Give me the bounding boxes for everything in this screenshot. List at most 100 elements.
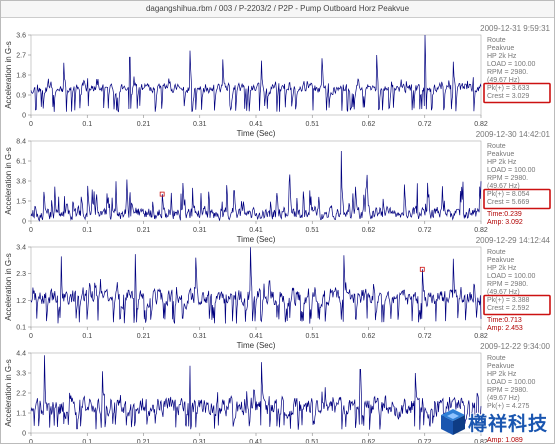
highlighted-value: Pk(+) = 3.388 (487, 297, 530, 304)
x-tick-label: 0.1 (82, 333, 92, 340)
x-tick-label: 0.41 (249, 333, 263, 340)
chart-panel-3: 2009-12-29 14:12:44Acceleration in G-s0.… (4, 236, 551, 350)
waveform-line (30, 150, 482, 222)
cursor-readout: Amp: 3.092 (487, 219, 523, 226)
highlighted-value: Pk(+) = 3.633 (487, 85, 530, 92)
x-axis-label: Time (Sec) (237, 129, 276, 138)
x-tick-label: 0 (29, 227, 33, 234)
cursor-readout: Amp: 2.453 (487, 325, 523, 332)
x-tick-label: 0.62 (362, 121, 376, 128)
y-tick-label: 0 (22, 219, 26, 226)
x-tick-label: 0.72 (418, 121, 432, 128)
x-tick-label: 0.31 (193, 121, 207, 128)
viewer-window: dagangshihua.rbm / 003 / P-2203/2 / P2P … (0, 0, 555, 444)
x-tick-label: 0.62 (362, 333, 376, 340)
x-tick-label: 0.41 (249, 439, 263, 443)
x-tick-label: 0.51 (305, 439, 319, 443)
info-line: Peakvue (487, 45, 514, 52)
y-tick-label: 1.8 (16, 73, 26, 80)
y-tick-label: 0 (22, 431, 26, 438)
x-tick-label: 0 (29, 439, 33, 443)
info-line: Route (487, 143, 506, 150)
info-line: HP 2k Hz (487, 265, 517, 272)
info-line: Peakvue (487, 151, 514, 158)
plot-frame (30, 352, 482, 434)
chart-datetime: 2009-12-29 14:12:44 (476, 236, 551, 245)
waveform-line (30, 247, 482, 324)
y-tick-label: 0.1 (16, 325, 26, 332)
info-line: HP 2k Hz (487, 371, 517, 378)
y-tick-label: 8.4 (16, 139, 26, 146)
y-tick-label: 3.8 (16, 179, 26, 186)
x-tick-label: 0.62 (362, 439, 376, 443)
highlighted-value: Crest = 3.029 (487, 93, 529, 100)
x-tick-label: 0.82 (474, 121, 488, 128)
cursor-readout: Time:0.239 (487, 211, 522, 218)
highlighted-value: Pk(+) = 8.054 (487, 191, 530, 198)
y-tick-label: 0.9 (16, 93, 26, 100)
x-tick-label: 0.72 (418, 333, 432, 340)
chart-panel-2: 2009-12-30 14:42:01 Acceleration in G-s 0 1… (4, 130, 551, 244)
x-tick-label: 0.41 (249, 227, 263, 234)
highlighted-value: Crest = 5.669 (487, 199, 529, 206)
chart-datetime: 2009-12-30 14:42:01 (476, 130, 551, 139)
x-tick-label: 0.31 (193, 227, 207, 234)
info-line: Peakvue (487, 363, 514, 370)
info-line: Route (487, 37, 506, 44)
x-tick-label: 0.41 (249, 121, 263, 128)
x-tick-label: 0.21 (137, 439, 151, 443)
info-line: RPM = 2980. (487, 387, 528, 394)
info-line: RPM = 2980. (487, 69, 528, 76)
highlighted-value: Crest = 2.592 (487, 305, 529, 312)
y-tick-label: 3.6 (16, 33, 26, 40)
x-tick-label: 0.51 (305, 121, 319, 128)
y-axis-label: Acceleration in G-s (4, 253, 13, 321)
y-tick-label: 6.1 (16, 159, 26, 166)
waveform-line (30, 34, 482, 113)
y-tick-label: 2.7 (16, 53, 26, 60)
x-axis-label: Time (Sec) (237, 235, 276, 244)
y-axis-label: Acceleration in G-s (4, 359, 13, 427)
x-tick-label: 0.1 (82, 227, 92, 234)
y-axis-label: Acceleration in G-s (4, 147, 13, 215)
x-tick-label: 0.72 (418, 439, 432, 443)
info-line: HP 2k Hz (487, 159, 517, 166)
y-tick-label: 2.2 (16, 391, 26, 398)
y-tick-label: 3.4 (16, 245, 26, 252)
info-line: (49.67 Hz) (487, 395, 520, 402)
y-tick-label: 1.1 (16, 411, 26, 418)
x-tick-label: 0.21 (137, 333, 151, 340)
info-line: HP 2k Hz (487, 53, 517, 60)
info-line: Route (487, 249, 506, 256)
y-tick-label: 4.4 (16, 351, 26, 358)
watermark-text: 樽祥科技 (468, 413, 549, 435)
info-line: LOAD = 100.00 (487, 167, 536, 174)
x-tick-label: 0.31 (193, 439, 207, 443)
x-tick-label: 0.62 (362, 227, 376, 234)
info-line: LOAD = 100.00 (487, 379, 536, 386)
x-tick-label: 0 (29, 333, 33, 340)
info-line: RPM = 2980. (487, 281, 528, 288)
y-axis-label: Acceleration in G-s (4, 41, 13, 109)
y-tick-label: 1.2 (16, 298, 26, 305)
x-tick-label: 0.51 (305, 227, 319, 234)
x-axis-label: Time (Sec) (237, 341, 276, 350)
info-line: LOAD = 100.00 (487, 273, 536, 280)
x-tick-label: 0.1 (82, 439, 92, 443)
cursor-readout: Time:0.713 (487, 317, 522, 324)
watermark: 樽祥科技 (440, 406, 552, 438)
x-tick-label: 0.82 (474, 333, 488, 340)
y-tick-label: 2.3 (16, 271, 26, 278)
chart-datetime: 2009-12-22 9:34:00 (480, 342, 550, 351)
y-tick-label: 3.3 (16, 371, 26, 378)
x-tick-label: 0.31 (193, 333, 207, 340)
x-tick-label: 0.21 (137, 121, 151, 128)
waveform-plots: 2009-12-31 9:59:31Acceleration in G-s00.… (4, 24, 551, 443)
y-tick-label: 0 (22, 113, 26, 120)
x-tick-label: 0 (29, 121, 33, 128)
info-line: Peakvue (487, 257, 514, 264)
window-title: dagangshihua.rbm / 003 / P-2203/2 / P2P … (1, 1, 554, 18)
waveform-line (30, 355, 482, 430)
chart-datetime: 2009-12-31 9:59:31 (480, 24, 550, 33)
info-line: LOAD = 100.00 (487, 61, 536, 68)
